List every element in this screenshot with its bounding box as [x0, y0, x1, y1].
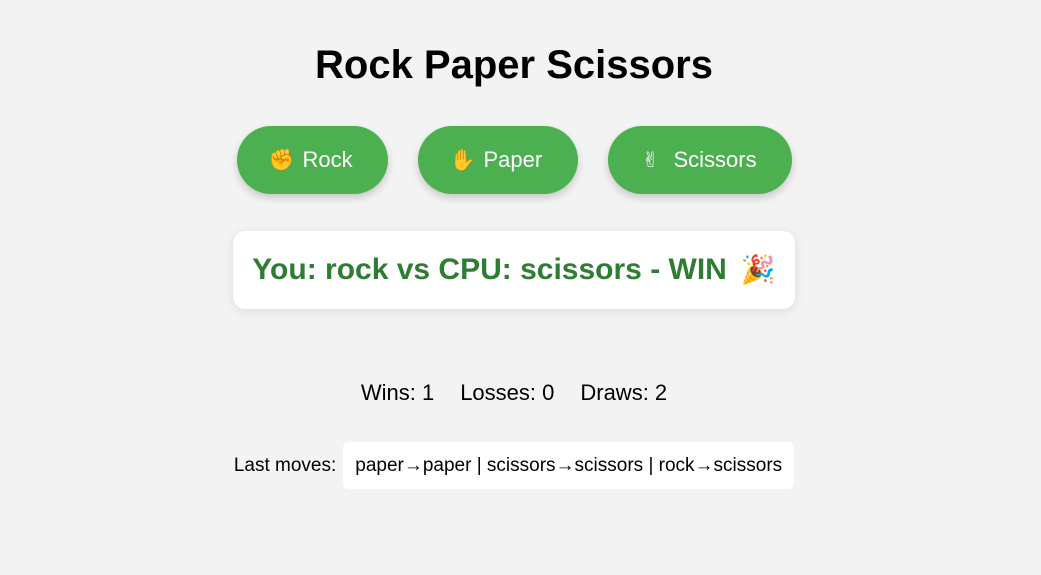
page-title: Rock Paper Scissors	[315, 43, 713, 87]
scissors-button[interactable]: ✌ Scissors	[607, 126, 792, 194]
wins-count: Wins: 1	[360, 380, 435, 405]
victory-hand-icon: ✌	[641, 148, 660, 172]
paper-button[interactable]: ✋ Paper	[417, 126, 578, 194]
history-moves: paper→paper | scissors→scissors | rock→s…	[343, 442, 795, 489]
draws-count: Draws: 2	[580, 380, 668, 405]
rock-button[interactable]: ✊ Rock	[236, 126, 388, 194]
paper-button-label: Paper	[483, 147, 543, 172]
choice-buttons: ✊ Rock ✋ Paper ✌ Scissors	[0, 126, 1028, 194]
party-popper-icon: 🎉	[740, 254, 776, 285]
rock-button-label: Rock	[302, 147, 353, 172]
scoreboard: Wins: 1 Losses: 0 Draws: 2	[0, 380, 1028, 406]
result-text: You: rock vs CPU: scissors - WIN	[252, 253, 727, 286]
scissors-button-label: Scissors	[673, 147, 757, 172]
history-label: Last moves:	[233, 454, 337, 476]
result-card: You: rock vs CPU: scissors - WIN 🎉	[233, 231, 795, 309]
losses-count: Losses: 0	[460, 380, 555, 405]
move-history: Last moves: paper→paper | scissors→sciss…	[0, 442, 1028, 489]
raised-hand-icon: ✋	[449, 148, 476, 172]
game-page: Rock Paper Scissors ✊ Rock ✋ Paper ✌ Sci…	[0, 0, 1041, 575]
raised-fist-icon: ✊	[268, 148, 295, 172]
